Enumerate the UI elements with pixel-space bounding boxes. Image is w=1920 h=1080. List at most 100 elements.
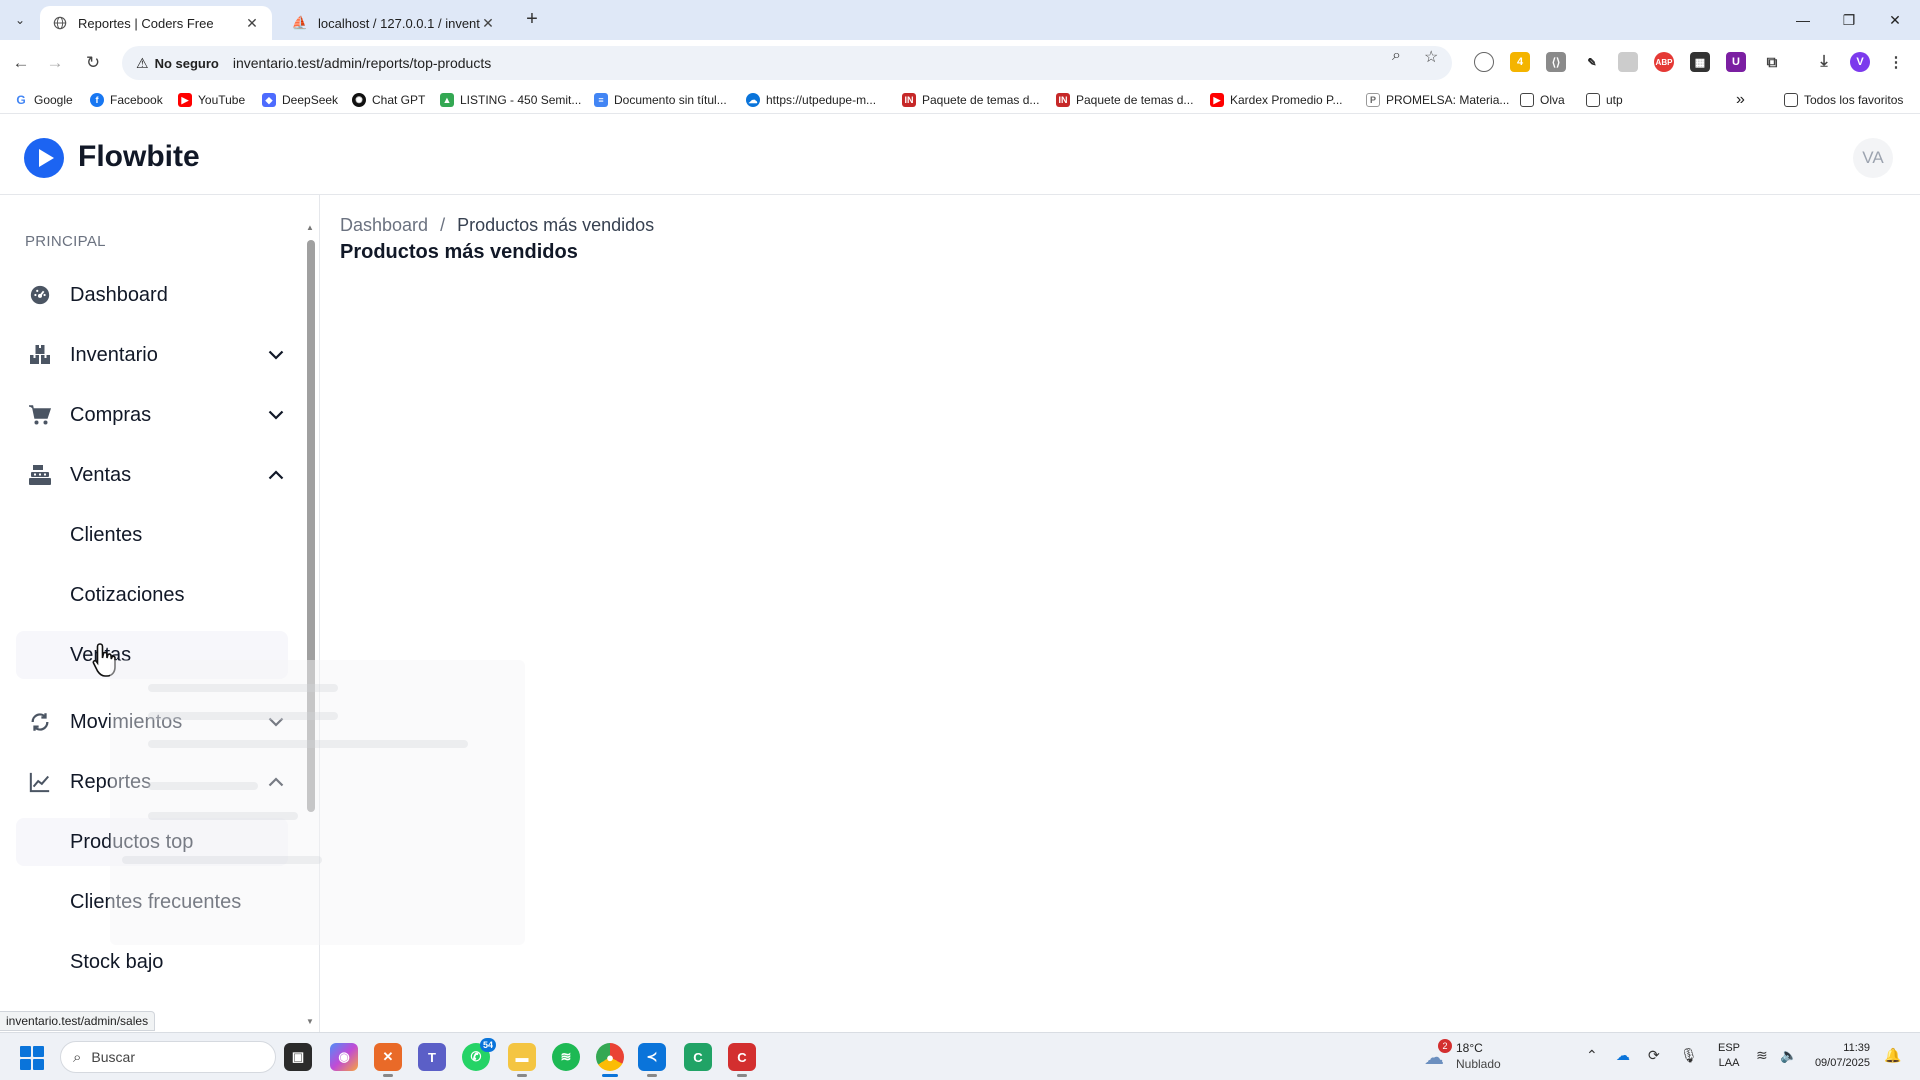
windows-taskbar: ⌕ Buscar ▣ ◉ ✕ T ✆ 54 ▬ ≋ ● ≺ C C ☁ 2 18°… bbox=[0, 1032, 1920, 1080]
bookmark-documento[interactable]: ≡ Documento sin títul... bbox=[594, 91, 727, 109]
xampp-icon[interactable]: ✕ bbox=[374, 1043, 402, 1077]
drive-icon: ▲ bbox=[440, 93, 454, 107]
task-view-icon[interactable]: ▣ bbox=[284, 1043, 312, 1071]
language-indicator[interactable]: ESP LAA bbox=[1718, 1041, 1740, 1071]
address-bar[interactable]: ⚠ No seguro inventario.test/admin/report… bbox=[122, 46, 1452, 80]
tab-title: localhost / 127.0.0.1 / inventari bbox=[318, 15, 480, 31]
chevron-down-icon bbox=[264, 343, 288, 367]
close-tab-icon[interactable]: ✕ bbox=[244, 15, 260, 32]
eyedropper-icon[interactable]: ✎ bbox=[1582, 52, 1602, 72]
brand-name[interactable]: Flowbite bbox=[78, 140, 200, 174]
ghost-line bbox=[148, 712, 338, 720]
adblock-icon[interactable]: ABP bbox=[1654, 52, 1674, 72]
camtasia-icon[interactable]: C bbox=[684, 1043, 712, 1071]
volume-icon[interactable]: 🔈 bbox=[1780, 1047, 1797, 1064]
chatgpt-icon: ✺ bbox=[352, 93, 366, 107]
menu-kebab-icon[interactable]: ⋮ bbox=[1886, 52, 1906, 72]
warning-icon[interactable]: ⚠ bbox=[136, 55, 149, 72]
tab-title: Reportes | Coders Free bbox=[78, 15, 214, 31]
windows-start-icon[interactable] bbox=[20, 1046, 44, 1070]
bookmark-olva[interactable]: Olva bbox=[1520, 91, 1565, 109]
bookmark-promelsa[interactable]: P PROMELSA: Materia... bbox=[1366, 91, 1509, 109]
bookmarks-overflow-button[interactable]: » bbox=[1736, 91, 1745, 109]
qr-icon[interactable]: ▦ bbox=[1690, 52, 1710, 72]
all-bookmarks-button[interactable]: Todos los favoritos bbox=[1784, 91, 1903, 109]
breadcrumb-separator: / bbox=[440, 215, 446, 235]
extensions-puzzle-icon[interactable]: ⧉ bbox=[1762, 52, 1782, 72]
extension-icon[interactable] bbox=[1618, 52, 1638, 72]
zoom-icon[interactable]: ⌕ bbox=[1392, 47, 1401, 65]
new-tab-button[interactable]: + bbox=[520, 8, 544, 32]
scroll-down-arrow[interactable]: ▼ bbox=[306, 1017, 314, 1026]
restore-button[interactable]: ❐ bbox=[1826, 0, 1872, 40]
extension-icon[interactable] bbox=[1474, 52, 1494, 72]
chrome-icon[interactable]: ● bbox=[596, 1043, 624, 1077]
bookmark-paquete-1[interactable]: IN Paquete de temas d... bbox=[902, 91, 1039, 109]
onedrive-icon[interactable]: ☁ bbox=[1616, 1047, 1630, 1064]
ublock-icon[interactable]: U bbox=[1726, 52, 1746, 72]
sidebar-subitem-cotizaciones[interactable]: Cotizaciones bbox=[16, 571, 288, 619]
bookmark-kardex[interactable]: ▶ Kardex Promedio P... bbox=[1210, 91, 1343, 109]
docs-icon: ≡ bbox=[594, 93, 608, 107]
sidebar-item-inventario[interactable]: Inventario bbox=[16, 331, 288, 379]
sidebar-item-ventas-section[interactable]: Ventas bbox=[16, 451, 288, 499]
bookmark-star-icon[interactable]: ☆ bbox=[1424, 47, 1438, 67]
youtube-icon: ▶ bbox=[178, 93, 192, 107]
microphone-icon[interactable]: 🎙 bbox=[1680, 1047, 1698, 1064]
breadcrumb-current: Productos más vendidos bbox=[457, 215, 655, 235]
clock[interactable]: 11:39 09/07/2025 bbox=[1810, 1041, 1870, 1071]
download-icon[interactable]: ⤓ bbox=[1814, 52, 1834, 72]
sidebar-item-label: Cotizaciones bbox=[70, 583, 185, 606]
tab-phpmyadmin[interactable]: ⛵ localhost / 127.0.0.1 / inventari ✕ bbox=[280, 6, 508, 40]
wifi-icon[interactable]: ≋ bbox=[1756, 1047, 1768, 1064]
scroll-up-arrow[interactable]: ▲ bbox=[306, 223, 314, 232]
copilot-icon[interactable]: ◉ bbox=[330, 1043, 358, 1071]
sidebar-item-compras[interactable]: Compras bbox=[16, 391, 288, 439]
teams-icon[interactable]: T bbox=[418, 1043, 446, 1071]
bookmark-youtube[interactable]: ▶ YouTube bbox=[178, 91, 245, 109]
extension-icon[interactable]: ⟨⟩ bbox=[1546, 52, 1566, 72]
promelsa-icon: P bbox=[1366, 93, 1380, 107]
sidebar-item-dashboard[interactable]: Dashboard bbox=[16, 271, 288, 319]
bookmark-chatgpt[interactable]: ✺ Chat GPT bbox=[352, 91, 425, 109]
whatsapp-icon[interactable]: ✆ 54 bbox=[462, 1038, 496, 1071]
bookmark-paquete-2[interactable]: IN Paquete de temas d... bbox=[1056, 91, 1193, 109]
spotify-icon[interactable]: ≋ bbox=[552, 1043, 580, 1071]
tray-overflow-icon[interactable]: ⌃ bbox=[1586, 1047, 1598, 1064]
flowbite-logo-icon[interactable] bbox=[24, 138, 64, 178]
file-explorer-icon[interactable]: ▬ bbox=[508, 1043, 536, 1077]
forward-button[interactable]: → bbox=[42, 50, 68, 76]
sidebar-item-label: Inventario bbox=[70, 343, 158, 366]
breadcrumb-dashboard-link[interactable]: Dashboard bbox=[340, 215, 428, 236]
sidebar-subitem-stock-bajo[interactable]: Stock bajo bbox=[16, 938, 288, 986]
weather-widget[interactable]: ☁ 2 18°C Nublado bbox=[1424, 1039, 1514, 1075]
tab-search-button[interactable]: ⌄ bbox=[8, 8, 32, 32]
reload-button[interactable]: ↻ bbox=[80, 50, 106, 76]
user-avatar[interactable]: VA bbox=[1853, 138, 1893, 178]
vscode-icon[interactable]: ≺ bbox=[638, 1043, 666, 1077]
link-status-bar: inventario.test/admin/sales bbox=[0, 1011, 156, 1031]
taskbar-search[interactable]: ⌕ Buscar bbox=[60, 1041, 276, 1073]
bookmark-facebook[interactable]: f Facebook bbox=[90, 91, 163, 109]
phpmyadmin-icon: ⛵ bbox=[291, 15, 309, 30]
bookmark-listing[interactable]: ▲ LISTING - 450 Semit... bbox=[440, 91, 581, 109]
sidebar-subitem-clientes[interactable]: Clientes bbox=[16, 511, 288, 559]
extension-icon[interactable]: 4 bbox=[1510, 52, 1530, 72]
security-label[interactable]: No seguro bbox=[155, 56, 219, 71]
url-text[interactable]: inventario.test/admin/reports/top-produc… bbox=[233, 55, 491, 71]
tab-reportes[interactable]: Reportes | Coders Free ✕ bbox=[40, 6, 272, 40]
notification-bell-icon[interactable]: 🔔 bbox=[1884, 1047, 1901, 1064]
screen-recorder-icon[interactable]: C bbox=[728, 1043, 756, 1077]
sync-icon[interactable]: ⟳ bbox=[1648, 1047, 1660, 1064]
bookmark-utpedupe[interactable]: ☁ https://utpedupe-m... bbox=[746, 91, 876, 109]
profile-avatar[interactable]: V bbox=[1850, 52, 1870, 72]
close-window-button[interactable]: ✕ bbox=[1872, 0, 1918, 40]
bookmark-utp[interactable]: utp bbox=[1586, 91, 1623, 109]
youtube-icon: ▶ bbox=[1210, 93, 1224, 107]
back-button[interactable]: ← bbox=[8, 50, 34, 76]
close-tab-icon[interactable]: ✕ bbox=[480, 15, 496, 32]
bookmark-google[interactable]: G Google bbox=[14, 91, 73, 109]
minimize-button[interactable]: — bbox=[1780, 0, 1826, 40]
bookmark-deepseek[interactable]: ◆ DeepSeek bbox=[262, 91, 338, 109]
ghost-line bbox=[148, 812, 298, 820]
